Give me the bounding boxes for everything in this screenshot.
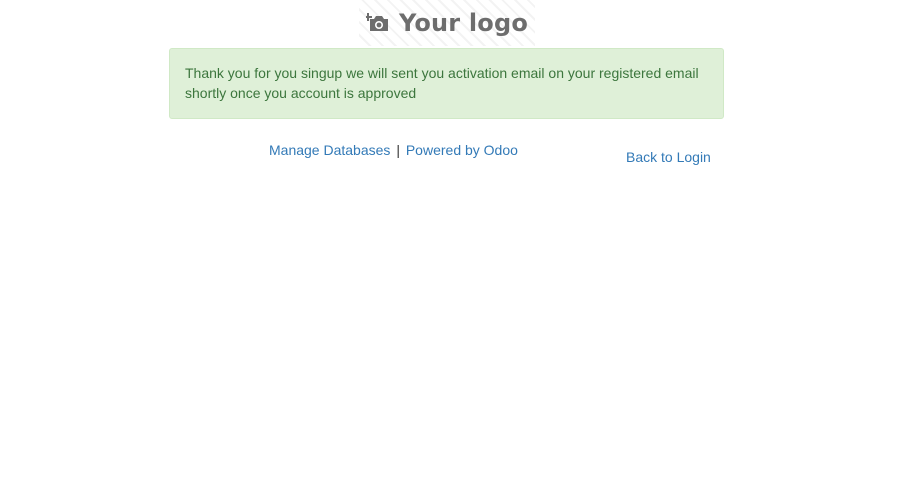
- powered-by-odoo-link[interactable]: Powered by Odoo: [406, 142, 518, 158]
- footer-links: Manage Databases | Powered by Odoo: [269, 141, 518, 159]
- back-to-login-link[interactable]: Back to Login: [626, 148, 711, 166]
- logo-text: Your logo: [398, 9, 529, 37]
- signup-confirmation-page: Your logo Thank you for you singup we wi…: [0, 0, 906, 491]
- company-logo: Your logo: [359, 0, 535, 46]
- success-alert: Thank you for you singup we will sent yo…: [169, 48, 724, 119]
- footer-separator: |: [396, 142, 400, 158]
- camera-add-icon: [363, 11, 390, 33]
- manage-databases-link[interactable]: Manage Databases: [269, 142, 390, 158]
- success-message: Thank you for you singup we will sent yo…: [185, 65, 699, 101]
